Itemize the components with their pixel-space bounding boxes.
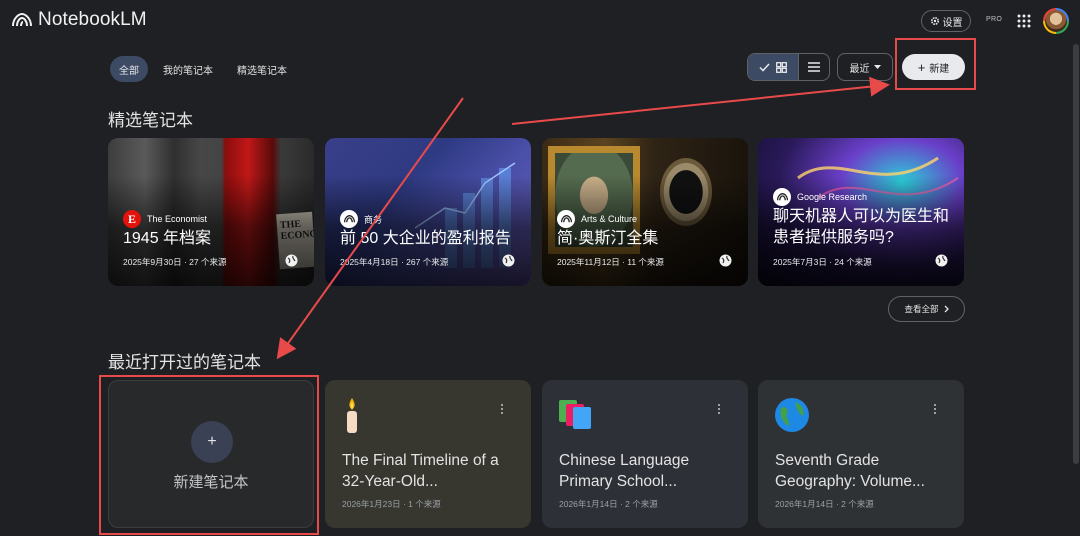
pro-badge: PRO (986, 16, 1003, 23)
card-title: 聊天机器人可以为医生和患者提供服务吗? (773, 208, 950, 246)
featured-section-title: 精选笔记本 (108, 111, 193, 130)
notebooklm-logo-icon (12, 13, 32, 27)
notebook-title: Chinese Language Primary School... (559, 452, 690, 490)
app-title: NotebookLM (38, 9, 147, 30)
featured-card[interactable]: 商务 前 50 大企业的盈利报告 2025年4月18日 · 267 个来源 (325, 138, 531, 286)
card-source: Google Research (773, 188, 867, 206)
view-all-label: 查看全部 (904, 304, 939, 314)
card-source: 商务 (340, 210, 382, 228)
top-bar: NotebookLM 设置 PRO (0, 0, 1080, 42)
recent-section-title: 最近打开过的笔记本 (108, 353, 261, 372)
settings-button[interactable]: 设置 (921, 10, 971, 32)
notebook-meta: 2026年1月23日 · 1 个来源 (342, 499, 441, 509)
card-source-label: 商务 (364, 214, 383, 225)
list-view-button[interactable] (798, 54, 829, 80)
public-globe-icon (719, 254, 732, 267)
notebook-title: Seventh Grade Geography: Volume... (775, 452, 925, 490)
sort-label: 最近 (849, 63, 870, 75)
card-title: 前 50 大企业的盈利报告 (340, 230, 511, 247)
apps-grid-icon[interactable] (1017, 14, 1031, 28)
filter-tabs: 全部 我的笔记本 精选笔记本 (110, 56, 296, 82)
card-source-label: Google Research (797, 192, 868, 202)
check-icon (759, 62, 770, 72)
card-meta: 2025年4月18日 · 267 个来源 (340, 257, 449, 267)
card-source-label: Arts & Culture (581, 214, 638, 224)
more-options-icon[interactable] (718, 404, 720, 414)
chevron-right-icon (944, 305, 949, 313)
notebook-title: The Final Timeline of a 32-Year-Old... (342, 452, 499, 490)
earth-globe-icon (775, 398, 809, 432)
economist-logo-icon: E (123, 210, 141, 228)
public-globe-icon (935, 254, 948, 267)
public-globe-icon (285, 254, 298, 267)
notebook-card[interactable]: Chinese Language Primary School... 2026年… (542, 380, 748, 528)
annotation-highlight-new-button (895, 38, 976, 90)
public-globe-icon (502, 254, 515, 267)
candle-icon (347, 398, 357, 433)
tab-my-notebooks[interactable]: 我的笔记本 (154, 56, 222, 82)
featured-card[interactable]: Google Research 聊天机器人可以为医生和患者提供服务吗? 2025… (758, 138, 964, 286)
more-options-icon[interactable] (501, 404, 503, 414)
notebooklm-logo-icon (340, 210, 358, 228)
app-logo[interactable]: NotebookLM (12, 9, 147, 31)
card-source: E The Economist (123, 210, 207, 228)
card-meta: 2025年7月3日 · 24 个来源 (773, 257, 872, 267)
view-all-button[interactable]: 查看全部 (888, 296, 965, 322)
scrollbar-thumb[interactable] (1073, 44, 1079, 464)
card-meta: 2025年9月30日 · 27 个来源 (123, 257, 227, 267)
notebooklm-logo-icon (773, 188, 791, 206)
list-icon (808, 62, 821, 72)
card-title: 简·奥斯汀全集 (557, 230, 659, 247)
card-source: Arts & Culture (557, 210, 637, 228)
grid-view-button[interactable] (748, 54, 799, 80)
notebook-card[interactable]: Seventh Grade Geography: Volume... 2026年… (758, 380, 964, 528)
tab-featured-notebooks[interactable]: 精选笔记本 (228, 56, 296, 82)
books-icon (559, 400, 591, 429)
card-title: 1945 年档案 (123, 230, 212, 247)
featured-card[interactable]: Arts & Culture 简·奥斯汀全集 2025年11月12日 · 11 … (542, 138, 748, 286)
notebooklm-logo-icon (557, 210, 575, 228)
settings-label: 设置 (942, 17, 963, 29)
grid-icon (776, 61, 788, 73)
view-toggle (747, 53, 830, 81)
caret-down-icon (873, 65, 881, 69)
sort-dropdown[interactable]: 最近 (837, 53, 893, 81)
avatar[interactable] (1043, 8, 1069, 34)
tab-all[interactable]: 全部 (110, 56, 148, 82)
featured-card[interactable]: THEECONOM E The Economist 1945 年档案 2025年… (108, 138, 314, 286)
more-options-icon[interactable] (934, 404, 936, 414)
card-meta: 2025年11月12日 · 11 个来源 (557, 257, 664, 267)
notebook-meta: 2026年1月14日 · 2 个来源 (775, 499, 874, 509)
notebook-meta: 2026年1月14日 · 2 个来源 (559, 499, 658, 509)
notebook-card[interactable]: The Final Timeline of a 32-Year-Old... 2… (325, 380, 531, 528)
card-source-label: The Economist (147, 214, 208, 224)
gear-icon (930, 16, 939, 26)
annotation-highlight-new-notebook (99, 375, 319, 535)
